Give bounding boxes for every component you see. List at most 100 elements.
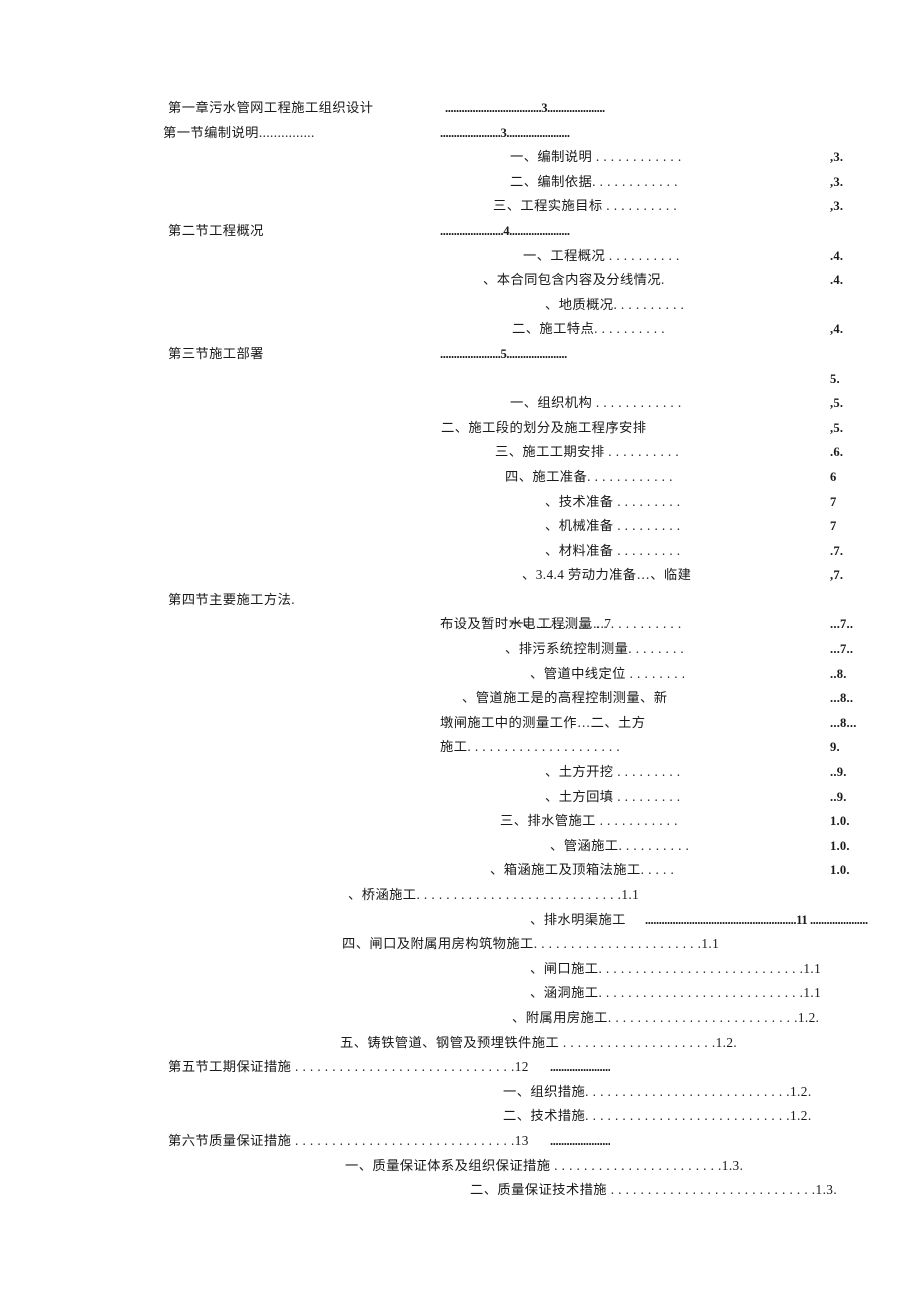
toc-page-number: 1.0. xyxy=(830,838,850,853)
toc-page-number: ,5. xyxy=(830,396,844,411)
toc-entry[interactable]: 、排水明渠施工.................................… xyxy=(0,908,920,933)
toc-entry-label: 二、质量保证技术措施 . . . . . . . . . . . . . . .… xyxy=(470,1182,838,1198)
toc-entry[interactable]: 、技术准备 . . . . . . . . . 7 xyxy=(0,490,920,515)
toc-page-number: 9. xyxy=(830,740,840,755)
toc-page-number: ..9. xyxy=(830,765,847,780)
toc-page-number: 7 xyxy=(830,519,837,534)
toc-dot-leader: ......................3.................… xyxy=(440,125,570,140)
toc-page-number: .6. xyxy=(830,445,844,460)
toc-entry[interactable]: 一、组织措施. . . . . . . . . . . . . . . . . … xyxy=(0,1080,920,1105)
toc-entry[interactable]: 、材料准备 . . . . . . . . . .7. xyxy=(0,539,920,564)
toc-page-number: ,3. xyxy=(830,199,844,214)
toc-page-number: .4. xyxy=(830,273,844,288)
toc-entry[interactable]: 墩闸施工中的测量工作…二、土方 ...8... xyxy=(0,711,920,736)
toc-entry-label: 一、质量保证体系及组织保证措施 . . . . . . . . . . . . … xyxy=(345,1157,744,1173)
toc-page-number: ..9. xyxy=(830,789,847,804)
toc-entry-label: 一、编制说明 . . . . . . . . . . . . xyxy=(510,149,682,165)
toc-page-number: .7. xyxy=(830,543,844,558)
toc-entry-label: 第一节编制说明............... xyxy=(163,124,315,140)
toc-dot-leader: ...................... xyxy=(550,1060,611,1075)
toc-entry[interactable]: 、土方回填 . . . . . . . . . ..9. xyxy=(0,785,920,810)
toc-entry[interactable]: 、3.4.4 劳动力准备…、临建 ,7. xyxy=(0,563,920,588)
toc-page-number: 6 xyxy=(830,469,837,484)
toc-entry-label: 二、施工特点. . . . . . . . . . xyxy=(512,321,665,337)
toc-entry-label: 一、组织措施. . . . . . . . . . . . . . . . . … xyxy=(503,1083,812,1099)
toc-entry[interactable]: 、管道施工是的高程控制测量、新 ...8.. xyxy=(0,686,920,711)
toc-entry-label: 第二节工程概况 xyxy=(168,222,264,238)
toc-entry[interactable]: 一、编制说明 . . . . . . . . . . . . ,3. xyxy=(0,145,920,170)
toc-entry[interactable]: 第三节施工部署 ......................5..........… xyxy=(0,342,920,367)
toc-entry[interactable]: 三、工程实施目标 . . . . . . . . . . ,3. xyxy=(0,194,920,219)
toc-entry[interactable]: 、管道中线定位 . . . . . . . . ..8. xyxy=(0,662,920,687)
toc-entry-label: 五、铸铁管道、钢管及预埋铁件施工 . . . . . . . . . . . .… xyxy=(340,1034,738,1050)
toc-entry-label: 一、工程概况 . . . . . . . . . . xyxy=(523,247,680,263)
toc-entry[interactable]: 二、施工段的划分及施工程序安排 ,5. xyxy=(0,416,920,441)
toc-page-number: ...7.. xyxy=(830,642,854,657)
toc-entry-label: 、排污系统控制测量. . . . . . . . xyxy=(505,641,685,657)
toc-entry-label: 、土方开挖 . . . . . . . . . xyxy=(545,764,681,780)
toc-entry-label: 一、组织机构 . . . . . . . . . . . . xyxy=(510,395,682,411)
toc-entry[interactable]: 、附属用房施工. . . . . . . . . . . . . . . . .… xyxy=(0,1006,920,1031)
toc-page-number: .4. xyxy=(830,248,844,263)
toc-entry-label: 、土方回填 . . . . . . . . . xyxy=(545,788,681,804)
toc-entry[interactable]: 5. xyxy=(0,367,920,392)
toc-dot-leader: ........................................… xyxy=(645,912,868,927)
toc-page-number: ...7.. xyxy=(830,617,854,632)
toc-entry[interactable]: 四、施工准备. . . . . . . . . . . . 6 xyxy=(0,465,920,490)
toc-page-number: ...8.. xyxy=(830,691,854,706)
toc-entry[interactable]: 、排污系统控制测量. . . . . . . . ...7.. xyxy=(0,637,920,662)
toc-entry-label: 四、施工准备. . . . . . . . . . . . xyxy=(505,468,673,484)
toc-entry[interactable]: 第六节质量保证措施 . . . . . . . . . . . . . . . … xyxy=(0,1129,920,1154)
toc-entry[interactable]: 一、组织机构 . . . . . . . . . . . . ,5. xyxy=(0,391,920,416)
toc-entry-label: 、闸口施工. . . . . . . . . . . . . . . . . .… xyxy=(530,960,822,976)
toc-page-number: ,3. xyxy=(830,150,844,165)
toc-entry-label: 第六节质量保证措施 . . . . . . . . . . . . . . . … xyxy=(168,1132,529,1148)
toc-dot-leader: ......................5.................… xyxy=(440,346,567,361)
toc-entry-label: 四、闸口及附属用房构筑物施工. . . . . . . . . . . . . … xyxy=(342,936,720,952)
toc-entry-label: 、本合同包含内容及分线情况. xyxy=(483,272,665,288)
toc-entry[interactable]: 第一章污水管网工程施工组织设计.........................… xyxy=(0,96,920,121)
toc-entry[interactable]: 一、工程测量 . . . . . . . . . . . . ...7.. xyxy=(0,612,920,637)
toc-entry[interactable]: 、箱涵施工及顶箱法施工. . . . . 1.0. xyxy=(0,858,920,883)
toc-entry-label: 三、施工工期安排 . . . . . . . . . . xyxy=(495,444,680,460)
document-page: 第一章污水管网工程施工组织设计.........................… xyxy=(0,0,920,1301)
toc-entry-label: 、管道施工是的高程控制测量、新 xyxy=(462,690,668,706)
toc-entry[interactable]: 第五节工期保证措施 . . . . . . . . . . . . . . . … xyxy=(0,1055,920,1080)
toc-entry[interactable]: 、管涵施工. . . . . . . . . . 1.0. xyxy=(0,834,920,859)
toc-entry-label: 、箱涵施工及顶箱法施工. . . . . xyxy=(490,862,675,878)
toc-page-number: 1.0. xyxy=(830,814,850,829)
table-of-contents: 第一章污水管网工程施工组织设计.........................… xyxy=(0,96,920,1203)
toc-entry[interactable]: 三、施工工期安排 . . . . . . . . . . .6. xyxy=(0,440,920,465)
toc-entry[interactable]: 、桥涵施工. . . . . . . . . . . . . . . . . .… xyxy=(0,883,920,908)
toc-entry[interactable]: 二、施工特点. . . . . . . . . . ,4. xyxy=(0,317,920,342)
toc-page-number: ,3. xyxy=(830,174,844,189)
toc-entry[interactable]: 第四节主要施工方法. 布设及暂时水电.…… .........7 xyxy=(0,588,920,632)
toc-entry-label: 、管道中线定位 . . . . . . . . xyxy=(530,665,686,681)
toc-entry[interactable]: 第二节工程概况 .......................4.........… xyxy=(0,219,920,244)
toc-entry[interactable]: 二、编制依据. . . . . . . . . . . . ,3. xyxy=(0,170,920,195)
toc-page-number: 5. xyxy=(830,371,840,386)
toc-entry-label: 第五节工期保证措施 . . . . . . . . . . . . . . . … xyxy=(168,1059,529,1075)
toc-page-number: ,4. xyxy=(830,322,844,337)
toc-entry[interactable]: 一、工程概况 . . . . . . . . . . .4. xyxy=(0,244,920,269)
toc-entry[interactable]: 、闸口施工. . . . . . . . . . . . . . . . . .… xyxy=(0,957,920,982)
toc-entry[interactable]: 三、排水管施工 . . . . . . . . . . . 1.0. xyxy=(0,809,920,834)
toc-entry[interactable]: 施工. . . . . . . . . . . . . . . . . . . … xyxy=(0,735,920,760)
toc-entry[interactable]: 、本合同包含内容及分线情况. .4. xyxy=(0,268,920,293)
toc-dot-leader: ...................... xyxy=(550,1133,611,1148)
toc-entry[interactable]: 五、铸铁管道、钢管及预埋铁件施工 . . . . . . . . . . . .… xyxy=(0,1031,920,1056)
toc-page-number: ,7. xyxy=(830,568,844,583)
toc-entry[interactable]: 、涵洞施工. . . . . . . . . . . . . . . . . .… xyxy=(0,981,920,1006)
toc-entry[interactable]: 第一节编制说明.................................… xyxy=(0,121,920,146)
toc-entry[interactable]: 、土方开挖 . . . . . . . . . ..9. xyxy=(0,760,920,785)
toc-entry[interactable]: 二、技术措施. . . . . . . . . . . . . . . . . … xyxy=(0,1104,920,1129)
toc-entry-label: 第一章污水管网工程施工组织设计 xyxy=(168,100,374,115)
toc-entry-label: 、3.4.4 劳动力准备…、临建 xyxy=(522,567,692,583)
toc-entry-label: 二、施工段的划分及施工程序安排 xyxy=(441,419,647,435)
toc-entry[interactable]: 、地质概况. . . . . . . . . . xyxy=(0,293,920,318)
toc-entry[interactable]: 一、质量保证体系及组织保证措施 . . . . . . . . . . . . … xyxy=(0,1154,920,1179)
toc-entry[interactable]: 、机械准备 . . . . . . . . . 7 xyxy=(0,514,920,539)
toc-entry[interactable]: 二、质量保证技术措施 . . . . . . . . . . . . . . .… xyxy=(0,1178,920,1203)
toc-entry[interactable]: 四、闸口及附属用房构筑物施工. . . . . . . . . . . . . … xyxy=(0,932,920,957)
toc-entry-label: 第三节施工部署 xyxy=(168,345,264,361)
